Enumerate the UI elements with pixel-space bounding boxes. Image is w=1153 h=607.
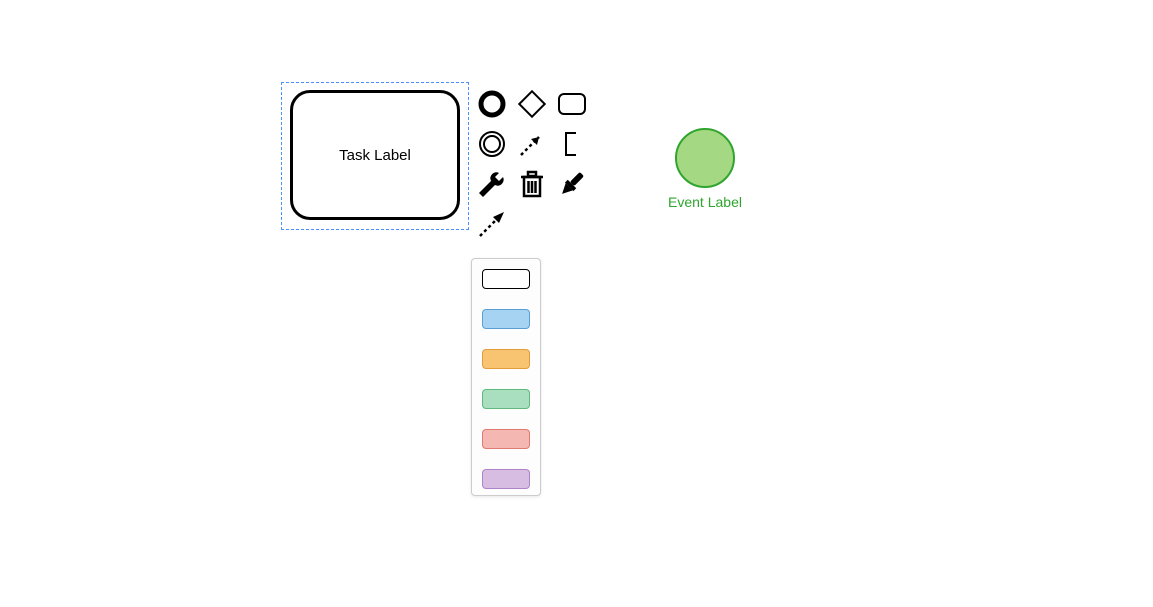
color-picker-icon[interactable]	[554, 166, 590, 202]
color-swatch[interactable]	[482, 389, 530, 409]
text-annotation-icon[interactable]	[554, 126, 590, 162]
end-event-icon[interactable]	[474, 126, 510, 162]
task-icon[interactable]	[554, 86, 590, 122]
gateway-icon[interactable]	[514, 86, 550, 122]
start-event-icon[interactable]	[474, 86, 510, 122]
wrench-icon[interactable]	[474, 166, 510, 202]
task-node[interactable]: Task Label	[290, 90, 460, 220]
color-swatch[interactable]	[482, 469, 530, 489]
connect-arrow-icon[interactable]	[474, 206, 510, 242]
color-swatch[interactable]	[482, 269, 530, 289]
color-swatch[interactable]	[482, 429, 530, 449]
task-label: Task Label	[339, 147, 411, 164]
color-swatch[interactable]	[482, 309, 530, 329]
connect-annotation-icon[interactable]	[514, 126, 550, 162]
trash-icon[interactable]	[514, 166, 550, 202]
event-label: Event Label	[655, 194, 755, 210]
color-picker-popup	[471, 258, 541, 496]
event-node[interactable]	[675, 128, 735, 188]
color-swatch[interactable]	[482, 349, 530, 369]
diagram-canvas[interactable]: Task Label Event Label	[0, 0, 1153, 607]
context-pad	[474, 86, 590, 242]
